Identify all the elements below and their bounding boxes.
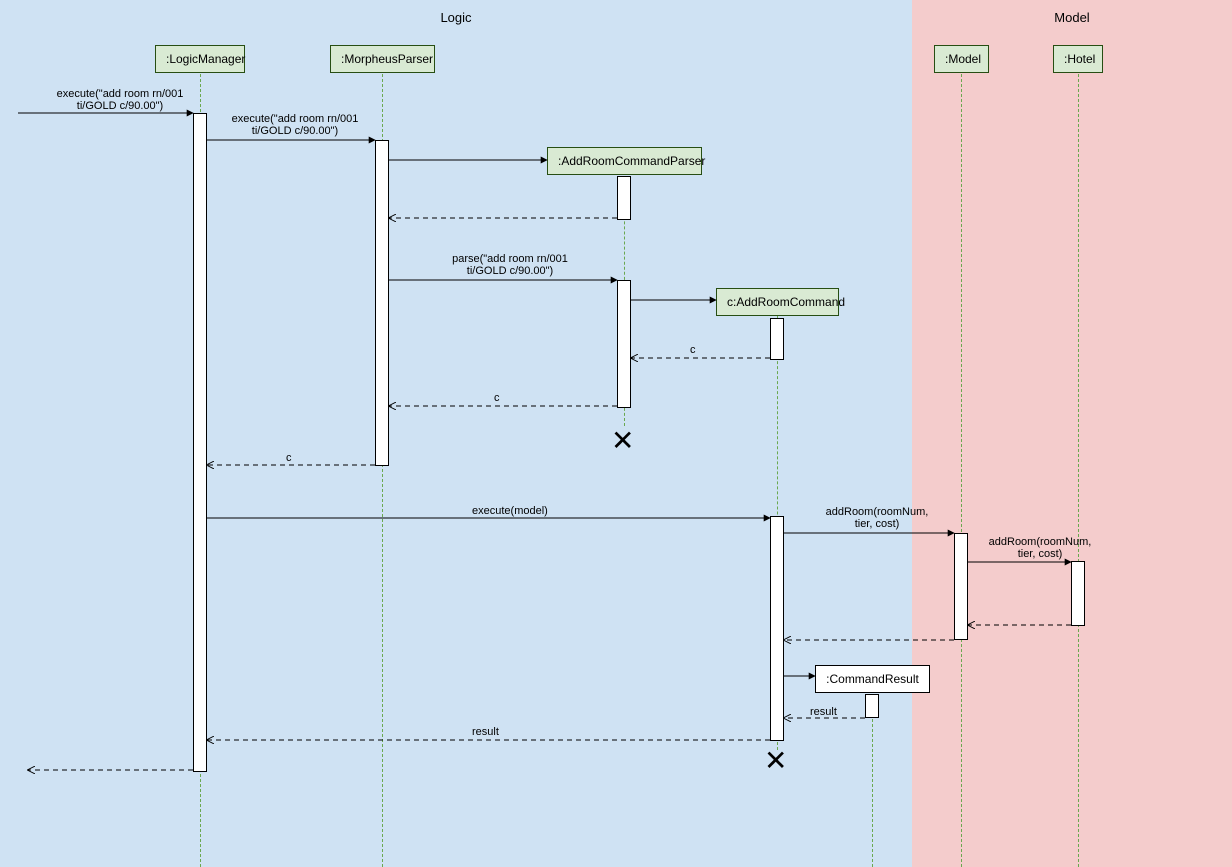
msg-return-c-2: c bbox=[494, 392, 500, 404]
activation-arc-2 bbox=[770, 516, 784, 741]
participant-model: :Model bbox=[934, 45, 989, 73]
msg-return-result-2: result bbox=[472, 726, 499, 738]
lifeline-hotel bbox=[1078, 74, 1079, 867]
msg-parse: parse("add room rn/001ti/GOLD c/90.00") bbox=[435, 253, 585, 277]
participant-command-result: :CommandResult bbox=[815, 665, 930, 693]
activation-hotel bbox=[1071, 561, 1085, 626]
activation-arcp-1 bbox=[617, 176, 631, 220]
activation-model bbox=[954, 533, 968, 640]
msg-execute-model: execute(model) bbox=[472, 505, 548, 517]
lifeline-model bbox=[961, 74, 962, 867]
participant-add-room-command: c:AddRoomCommand bbox=[716, 288, 839, 316]
msg-addroom-2: addRoom(roomNum,tier, cost) bbox=[970, 536, 1110, 560]
region-model: Model bbox=[912, 0, 1232, 867]
activation-morpheus-parser bbox=[375, 140, 389, 466]
participant-add-room-command-parser: :AddRoomCommandParser bbox=[547, 147, 702, 175]
participant-hotel: :Hotel bbox=[1053, 45, 1103, 73]
lifeline-command-result bbox=[872, 694, 873, 867]
msg-return-c-3: c bbox=[286, 452, 292, 464]
activation-command-result bbox=[865, 694, 879, 718]
participant-logic-manager: :LogicManager bbox=[155, 45, 245, 73]
participant-morpheus-parser: :MorpheusParser bbox=[330, 45, 435, 73]
msg-return-result-1: result bbox=[810, 706, 837, 718]
msg-addroom-1: addRoom(roomNum,tier, cost) bbox=[807, 506, 947, 530]
destroy-icon: ✕ bbox=[764, 744, 787, 777]
region-logic-label: Logic bbox=[0, 10, 912, 25]
destroy-icon: ✕ bbox=[611, 424, 634, 457]
msg-execute-1: execute("add room rn/001ti/GOLD c/90.00"… bbox=[45, 88, 195, 112]
activation-arc-1 bbox=[770, 318, 784, 360]
msg-return-c-1: c bbox=[690, 344, 696, 356]
sequence-diagram: Logic Model :LogicManager :MorpheusParse… bbox=[0, 0, 1232, 867]
msg-execute-2: execute("add room rn/001ti/GOLD c/90.00"… bbox=[220, 113, 370, 137]
activation-arcp-2 bbox=[617, 280, 631, 408]
activation-logic-manager bbox=[193, 113, 207, 772]
region-model-label: Model bbox=[912, 10, 1232, 25]
